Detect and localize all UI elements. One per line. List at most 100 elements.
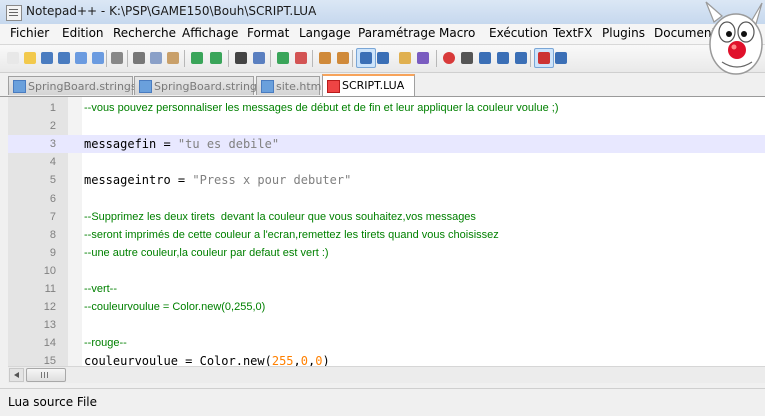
- paste-icon[interactable]: [164, 49, 182, 67]
- save-macro-icon[interactable]: [512, 49, 530, 67]
- document-tabs: SpringBoard.strings SpringBoard.strings si…: [0, 73, 765, 97]
- stop-macro-icon[interactable]: [458, 49, 476, 67]
- code-line[interactable]: 3 messagefin = "tu es debile": [8, 135, 765, 154]
- saved-file-icon: [13, 80, 26, 93]
- user-lang-icon[interactable]: [414, 49, 432, 67]
- menu-item-2[interactable]: Recherche: [113, 26, 176, 40]
- line-number: 13: [43, 319, 56, 332]
- code-text: --vert--: [84, 283, 117, 295]
- function-list-icon[interactable]: [534, 48, 554, 68]
- scroll-left-button[interactable]: [9, 368, 24, 382]
- open-file-icon[interactable]: [21, 49, 39, 67]
- code-line[interactable]: 6: [8, 190, 765, 208]
- close-icon[interactable]: [72, 49, 90, 67]
- menu-bar: Fichier Edition Recherche Affichage Format La…: [0, 24, 765, 45]
- code-line[interactable]: 8 --seront imprimés de cette couleur a l'…: [8, 226, 765, 244]
- code-line[interactable]: 14 --rouge--: [8, 334, 765, 352]
- menu-item-3[interactable]: Affichage: [182, 26, 238, 40]
- tab-springboard-strings[interactable]: SpringBoard.strings: [134, 76, 263, 95]
- code-token: ): [322, 354, 330, 366]
- code-line[interactable]: 1 --vous pouvez personnaliser les message…: [8, 99, 765, 117]
- redo-icon[interactable]: [207, 49, 225, 67]
- show-all-chars-icon[interactable]: [374, 49, 392, 67]
- line-number: 9: [49, 246, 56, 259]
- menu-item-4[interactable]: Format: [247, 26, 289, 40]
- line-number: 8: [49, 228, 56, 241]
- zoom-out-icon[interactable]: [292, 49, 310, 67]
- tab-label: SpringBoard.strings: [154, 80, 263, 93]
- code-line[interactable]: 4: [8, 153, 765, 171]
- scrollbar-thumb[interactable]: [26, 368, 66, 382]
- toolbar-separator: [184, 50, 185, 67]
- save-icon[interactable]: [38, 49, 56, 67]
- code-line[interactable]: 2: [8, 117, 765, 135]
- zoom-in-icon[interactable]: [274, 49, 292, 67]
- code-line[interactable]: 7 --Supprimez les deux tirets devant la c…: [8, 208, 765, 226]
- string-literal: "Press x pour debuter": [192, 173, 352, 188]
- menu-item-10[interactable]: Plugins: [602, 26, 645, 40]
- code-line[interactable]: 5 messageintro = "Press x pour debuter": [8, 171, 765, 189]
- code-line[interactable]: 9 --une autre couleur,la couleur par defa…: [8, 244, 765, 262]
- tab-site-html[interactable]: site.html: [256, 76, 324, 95]
- code-text: couleurvoulue = Color.new(255,0,0): [84, 354, 330, 366]
- notepad-app-icon: [6, 5, 22, 21]
- code-text: --une autre couleur,la couleur par defau…: [84, 246, 329, 259]
- word-wrap-icon[interactable]: [356, 48, 376, 68]
- tab-label: site.html: [276, 80, 325, 93]
- spellcheck-icon[interactable]: [552, 49, 570, 67]
- code-editor[interactable]: 1 --vous pouvez personnaliser les message…: [8, 97, 765, 366]
- code-text: messageintro = "Press x pour debuter": [84, 173, 351, 187]
- save-all-icon[interactable]: [55, 49, 73, 67]
- line-number: 2: [49, 120, 56, 133]
- new-file-icon[interactable]: [4, 49, 22, 67]
- menu-item-5[interactable]: Langage: [299, 26, 351, 40]
- code-text: --vous pouvez personnaliser les messages…: [84, 102, 559, 114]
- play-multi-icon[interactable]: [494, 49, 512, 67]
- close-all-icon[interactable]: [89, 49, 107, 67]
- code-text: --Supprimez les deux tirets devant la co…: [84, 210, 476, 223]
- status-bar: Lua source File: [0, 388, 765, 416]
- status-language: Lua source File: [8, 395, 97, 409]
- tab-springboard-strings[interactable]: SpringBoard.strings: [8, 76, 137, 95]
- play-macro-icon[interactable]: [476, 49, 494, 67]
- code-token: messagefin =: [84, 137, 178, 152]
- tab-script-lua[interactable]: SCRIPT.LUA: [322, 74, 415, 96]
- record-macro-icon[interactable]: [440, 49, 458, 67]
- line-number: 6: [49, 192, 56, 205]
- sync-horizontal-icon[interactable]: [334, 49, 352, 67]
- line-number: 12: [43, 301, 56, 314]
- menu-item-9[interactable]: TextFX: [553, 26, 592, 40]
- line-number: 3: [49, 138, 56, 151]
- replace-icon[interactable]: [250, 49, 268, 67]
- horizontal-scrollbar[interactable]: [8, 366, 765, 383]
- menu-item-8[interactable]: Exécution: [489, 26, 548, 40]
- sync-vertical-icon[interactable]: [316, 49, 334, 67]
- undo-icon[interactable]: [188, 49, 206, 67]
- line-number: 14: [43, 337, 56, 350]
- copy-icon[interactable]: [147, 49, 165, 67]
- line-number: 5: [49, 174, 56, 187]
- unsaved-file-icon: [327, 80, 340, 93]
- code-line[interactable]: 11 --vert--: [8, 280, 765, 298]
- menu-item-7[interactable]: Macro: [439, 26, 475, 40]
- print-icon[interactable]: [108, 49, 126, 67]
- code-text: --seront imprimés de cette couleur a l'e…: [84, 228, 499, 241]
- mascot-icon: [705, 1, 763, 75]
- menu-item-0[interactable]: Fichier: [10, 26, 49, 40]
- saved-file-icon: [139, 80, 152, 93]
- code-text: --rouge--: [84, 337, 127, 350]
- cut-icon[interactable]: [130, 49, 148, 67]
- find-icon[interactable]: [232, 49, 250, 67]
- menu-item-1[interactable]: Edition: [62, 26, 104, 40]
- indent-guide-icon[interactable]: [396, 49, 414, 67]
- number-literal: 0: [300, 354, 308, 366]
- code-line[interactable]: 13: [8, 316, 765, 334]
- title-bar: Notepad++ - K:\PSP\GAME150\Bouh\SCRIPT.L…: [0, 0, 765, 25]
- menu-item-6[interactable]: Paramétrage: [358, 26, 435, 40]
- code-line[interactable]: 10: [8, 262, 765, 280]
- toolbar-separator: [228, 50, 229, 67]
- toolbar-separator: [530, 50, 531, 67]
- code-line[interactable]: 15 couleurvoulue = Color.new(255,0,0): [8, 352, 765, 366]
- code-line[interactable]: 12 --couleurvoulue = Color.new(0,255,0): [8, 298, 765, 316]
- window-title: Notepad++ - K:\PSP\GAME150\Bouh\SCRIPT.L…: [26, 4, 317, 18]
